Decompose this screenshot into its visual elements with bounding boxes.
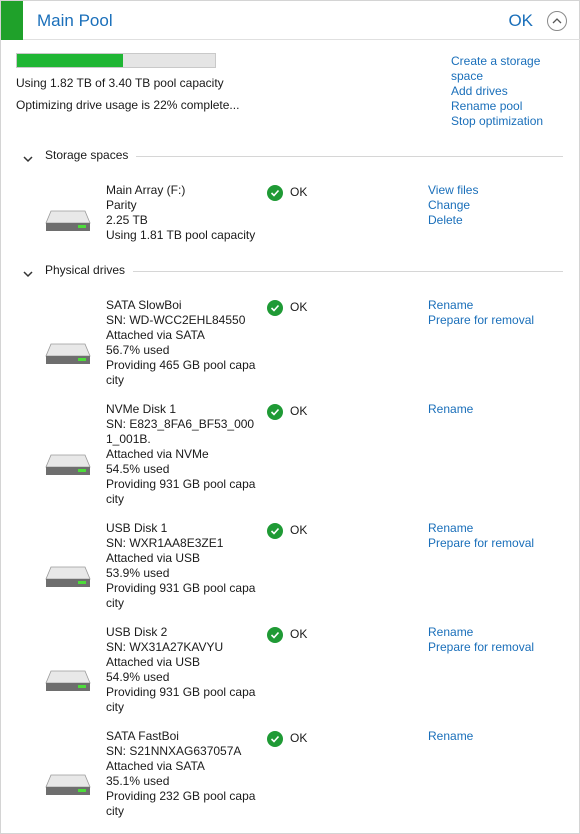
status-label: OK bbox=[290, 300, 308, 314]
view-files-link[interactable]: View files bbox=[428, 183, 568, 198]
storage-space-name: Main Array (F:) bbox=[106, 183, 186, 197]
storage-space-actions: View files Change Delete bbox=[428, 183, 568, 228]
section-physical-drives[interactable]: Physical drives bbox=[19, 263, 563, 279]
ok-check-icon bbox=[267, 300, 283, 316]
drive-connection: Attached via SATA bbox=[106, 759, 205, 773]
hard-drive-icon bbox=[45, 566, 91, 587]
hard-drive-icon bbox=[45, 670, 91, 691]
drive-usage: 54.5% used bbox=[106, 462, 170, 476]
rename-drive-link[interactable]: Rename bbox=[428, 521, 568, 536]
status-label: OK bbox=[290, 523, 308, 537]
drive-actions: Rename bbox=[428, 402, 568, 417]
storage-space-usage: Using 1.81 TB pool capacity bbox=[106, 228, 256, 242]
drive-details: USB Disk 1 SN: WXR1AA8E3ZE1 Attached via… bbox=[106, 521, 256, 611]
drive-actions: Rename bbox=[428, 729, 568, 744]
optimization-progress-text: Optimizing drive usage is 22% complete..… bbox=[16, 98, 240, 112]
chevron-up-circle-icon[interactable] bbox=[547, 11, 567, 31]
section-storage-spaces[interactable]: Storage spaces bbox=[19, 148, 563, 164]
section-divider bbox=[133, 271, 563, 272]
storage-space-resiliency: Parity bbox=[106, 198, 137, 212]
drive-details: USB Disk 2 SN: WX31A27KAVYU Attached via… bbox=[106, 625, 256, 715]
section-title: Storage spaces bbox=[45, 148, 129, 162]
rename-pool-link[interactable]: Rename pool bbox=[451, 99, 561, 114]
hard-drive-icon bbox=[45, 774, 91, 795]
chevron-down-icon[interactable] bbox=[23, 152, 33, 166]
pool-status-accent bbox=[1, 1, 23, 40]
prepare-for-removal-link[interactable]: Prepare for removal bbox=[428, 640, 568, 655]
storage-space-details: Main Array (F:) Parity 2.25 TB Using 1.8… bbox=[106, 183, 256, 243]
storage-pool-panel: Main Pool OK Using 1.82 TB of 3.40 TB po… bbox=[0, 0, 580, 834]
drive-connection: Attached via SATA bbox=[106, 328, 205, 342]
drive-actions: Rename Prepare for removal bbox=[428, 625, 568, 655]
drive-actions: Rename Prepare for removal bbox=[428, 298, 568, 328]
hard-drive-icon bbox=[45, 343, 91, 364]
ok-check-icon bbox=[267, 185, 283, 201]
stop-optimization-link[interactable]: Stop optimization bbox=[451, 114, 561, 129]
drive-serial: SN: WXR1AA8E3ZE1 bbox=[106, 536, 224, 550]
create-storage-space-link[interactable]: Create a storage space bbox=[451, 54, 561, 84]
drive-capacity: Providing 931 GB pool capacity bbox=[106, 477, 256, 506]
pool-actions: Create a storage space Add drives Rename… bbox=[451, 54, 561, 129]
ok-check-icon bbox=[267, 627, 283, 643]
drive-details: SATA SlowBoi SN: WD-WCC2EHL84550 Attache… bbox=[106, 298, 256, 388]
rename-drive-link[interactable]: Rename bbox=[428, 298, 568, 313]
drive-serial: SN: S21NNXAG637057A bbox=[106, 744, 242, 758]
drive-connection: Attached via NVMe bbox=[106, 447, 209, 461]
drive-serial: SN: WD-WCC2EHL84550 bbox=[106, 313, 246, 327]
drive-capacity: Providing 465 GB pool capacity bbox=[106, 358, 256, 387]
status-label: OK bbox=[290, 627, 308, 641]
drive-name: NVMe Disk 1 bbox=[106, 402, 177, 416]
section-title: Physical drives bbox=[45, 263, 126, 277]
pool-usage-fill bbox=[17, 54, 123, 67]
status-label: OK bbox=[290, 404, 308, 418]
drive-actions: Rename Prepare for removal bbox=[428, 521, 568, 551]
pool-status: OK bbox=[508, 11, 533, 30]
drive-usage: 56.7% used bbox=[106, 343, 170, 357]
status-label: OK bbox=[290, 731, 308, 745]
pool-header[interactable]: Main Pool OK bbox=[1, 1, 580, 40]
pool-title: Main Pool bbox=[37, 11, 113, 30]
pool-usage-bar bbox=[16, 53, 216, 68]
drive-details: SATA FastBoi SN: S21NNXAG637057A Attache… bbox=[106, 729, 256, 819]
rename-drive-link[interactable]: Rename bbox=[428, 402, 568, 417]
drive-usage: 35.1% used bbox=[106, 774, 170, 788]
add-drives-link[interactable]: Add drives bbox=[451, 84, 561, 99]
rename-drive-link[interactable]: Rename bbox=[428, 729, 568, 744]
hard-drive-icon bbox=[45, 210, 91, 231]
drive-serial: SN: E823_8FA6_BF53_0001_001B. bbox=[106, 417, 255, 446]
chevron-down-icon[interactable] bbox=[23, 267, 33, 281]
drive-capacity: Providing 931 GB pool capacity bbox=[106, 685, 256, 714]
change-link[interactable]: Change bbox=[428, 198, 568, 213]
drive-details: NVMe Disk 1 SN: E823_8FA6_BF53_0001_001B… bbox=[106, 402, 256, 507]
drive-serial: SN: WX31A27KAVYU bbox=[106, 640, 224, 654]
drive-usage: 53.9% used bbox=[106, 566, 170, 580]
drive-name: SATA SlowBoi bbox=[106, 298, 182, 312]
rename-drive-link[interactable]: Rename bbox=[428, 625, 568, 640]
delete-link[interactable]: Delete bbox=[428, 213, 568, 228]
drive-name: USB Disk 2 bbox=[106, 625, 168, 639]
ok-check-icon bbox=[267, 523, 283, 539]
ok-check-icon bbox=[267, 404, 283, 420]
drive-name: USB Disk 1 bbox=[106, 521, 168, 535]
pool-usage-text: Using 1.82 TB of 3.40 TB pool capacity bbox=[16, 76, 224, 90]
prepare-for-removal-link[interactable]: Prepare for removal bbox=[428, 536, 568, 551]
storage-space-size: 2.25 TB bbox=[106, 213, 148, 227]
ok-check-icon bbox=[267, 731, 283, 747]
status-label: OK bbox=[290, 185, 308, 199]
drive-capacity: Providing 232 GB pool capacity bbox=[106, 789, 256, 818]
drive-connection: Attached via USB bbox=[106, 655, 201, 669]
prepare-for-removal-link[interactable]: Prepare for removal bbox=[428, 313, 568, 328]
drive-name: SATA FastBoi bbox=[106, 729, 179, 743]
section-divider bbox=[136, 156, 563, 157]
drive-connection: Attached via USB bbox=[106, 551, 201, 565]
hard-drive-icon bbox=[45, 454, 91, 475]
drive-capacity: Providing 931 GB pool capacity bbox=[106, 581, 256, 610]
drive-usage: 54.9% used bbox=[106, 670, 170, 684]
